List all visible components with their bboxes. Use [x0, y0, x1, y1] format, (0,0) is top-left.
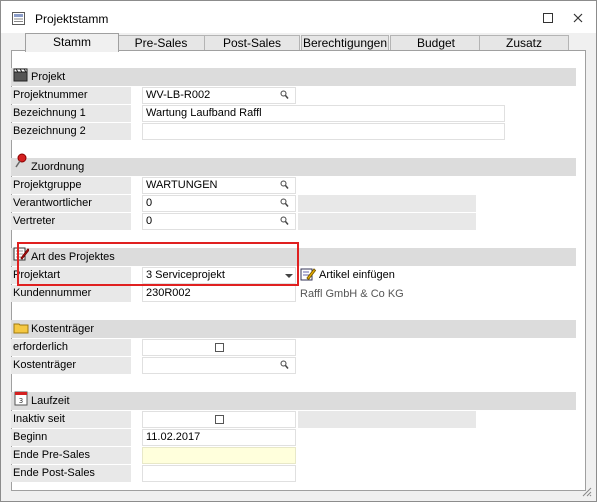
customer-name: Raffl GmbH & Co KG: [300, 288, 404, 300]
search-icon[interactable]: [280, 198, 289, 209]
section-kostentraeger-header: Kostenträger: [11, 320, 576, 338]
projektart-label: Projektart: [11, 267, 131, 284]
vertreter-field[interactable]: 0: [142, 213, 296, 230]
bezeichnung2-label: Bezeichnung 2: [11, 123, 131, 140]
projektgruppe-value: WARTUNGEN: [146, 179, 218, 191]
inaktiv-seit-date-display: [298, 411, 476, 428]
verantwortlicher-value: 0: [146, 197, 153, 209]
notepad-pencil-icon: [300, 268, 316, 281]
maximize-button[interactable]: [540, 10, 556, 26]
vertreter-name-display: [298, 213, 476, 230]
svg-text:3: 3: [19, 397, 23, 405]
beginn-field[interactable]: 11.02.2017: [142, 429, 296, 446]
tab-zusatz[interactable]: Zusatz: [479, 35, 569, 51]
ende-post-sales-field[interactable]: [142, 465, 296, 482]
tab-pre-sales[interactable]: Pre-Sales: [113, 35, 209, 51]
close-icon: [573, 13, 583, 23]
window-title: Projektstamm: [35, 12, 109, 26]
vertreter-label: Vertreter: [11, 213, 131, 230]
pushpin-icon: [15, 153, 27, 168]
kundennummer-label: Kundennummer: [11, 285, 131, 302]
chevron-down-icon[interactable]: [282, 268, 295, 283]
bezeichnung1-label: Bezeichnung 1: [11, 105, 131, 122]
bezeichnung2-field[interactable]: [142, 123, 505, 140]
search-icon[interactable]: [280, 180, 289, 191]
notepad-pencil-icon: [13, 247, 29, 261]
ende-pre-sales-field[interactable]: [142, 447, 296, 464]
erforderlich-label: erforderlich: [11, 339, 131, 356]
search-icon[interactable]: [280, 216, 289, 227]
section-projekt-title: Projekt: [31, 71, 66, 83]
bezeichnung1-field[interactable]: Wartung Laufband Raffl: [142, 105, 505, 122]
section-zuordnung-title: Zuordnung: [31, 161, 85, 173]
maximize-icon: [543, 13, 553, 23]
folder-icon: [13, 323, 29, 334]
inaktiv-seit-label: Inaktiv seit: [11, 411, 131, 428]
section-kostentraeger-title: Kostenträger: [31, 323, 94, 335]
ende-pre-sales-label: Ende Pre-Sales: [11, 447, 131, 464]
vertreter-value: 0: [146, 215, 153, 227]
projektstamm-window: Projektstamm Stamm Pre-Sales Post-Sales …: [0, 0, 597, 502]
title-bar: Projektstamm: [1, 1, 596, 33]
projektnummer-field[interactable]: WV-LB-R002: [142, 87, 296, 104]
beginn-label: Beginn: [11, 429, 131, 446]
inaktiv-seit-checkbox[interactable]: [215, 415, 224, 424]
projektart-select[interactable]: 3 Serviceprojekt: [142, 267, 296, 284]
projektnummer-value: WV-LB-R002: [146, 89, 211, 101]
tab-berechtigungen[interactable]: Berechtigungen: [301, 35, 389, 51]
search-icon[interactable]: [280, 90, 289, 101]
resize-grip-icon[interactable]: [580, 485, 592, 497]
section-zuordnung-header: Zuordnung: [11, 153, 576, 176]
tab-post-sales[interactable]: Post-Sales: [204, 35, 300, 51]
tab-bar: Stamm Pre-Sales Post-Sales Berechtigunge…: [1, 33, 596, 52]
inaktiv-seit-field: [142, 411, 296, 428]
projektgruppe-label: Projektgruppe: [11, 177, 131, 194]
search-icon[interactable]: [280, 360, 289, 371]
erforderlich-checkbox[interactable]: [215, 343, 224, 352]
kostentraeger-field[interactable]: [142, 357, 296, 374]
calendar-icon: 3: [14, 391, 28, 406]
ende-post-sales-label: Ende Post-Sales: [11, 465, 131, 482]
tab-stamm[interactable]: Stamm: [25, 33, 119, 52]
verantwortlicher-field[interactable]: 0: [142, 195, 296, 212]
section-art-header: Art des Projektes: [11, 247, 576, 266]
projektart-value: 3 Serviceprojekt: [146, 269, 225, 281]
kostentraeger-label: Kostenträger: [11, 357, 131, 374]
clapper-icon: [13, 68, 28, 82]
close-button[interactable]: [570, 10, 586, 26]
app-icon: [12, 12, 25, 25]
projektgruppe-field[interactable]: WARTUNGEN: [142, 177, 296, 194]
section-laufzeit-title: Laufzeit: [31, 395, 70, 407]
erforderlich-field: [142, 339, 296, 356]
kundennummer-field[interactable]: 230R002: [142, 285, 296, 302]
artikel-einfuegen-label: Artikel einfügen: [319, 269, 395, 281]
verantwortlicher-name-display: [298, 195, 476, 212]
section-art-title: Art des Projektes: [31, 251, 115, 263]
tab-budget[interactable]: Budget: [390, 35, 482, 51]
section-laufzeit-header: 3 Laufzeit: [11, 391, 576, 410]
verantwortlicher-label: Verantwortlicher: [11, 195, 131, 212]
projektnummer-label: Projektnummer: [11, 87, 131, 104]
section-projekt-header: Projekt: [11, 68, 576, 86]
